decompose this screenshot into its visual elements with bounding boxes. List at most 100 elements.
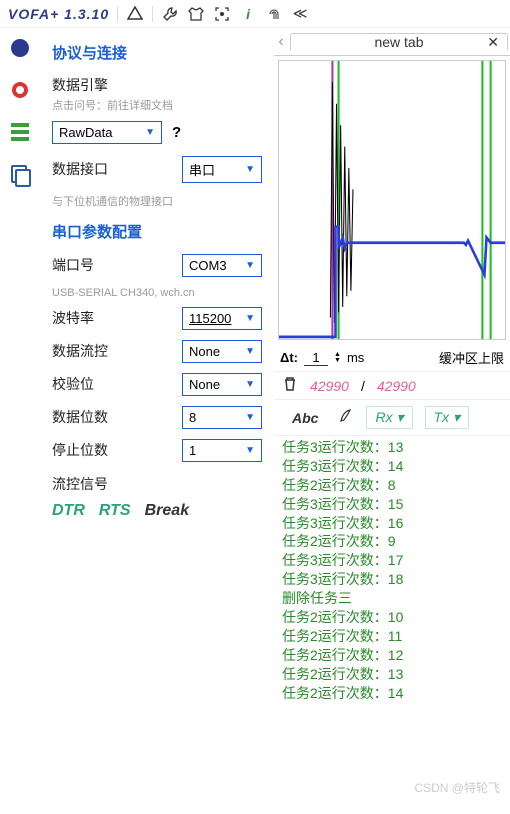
log-line: 任务2运行次数：14	[282, 684, 502, 703]
separator	[152, 6, 153, 22]
triangle-down-icon[interactable]	[126, 5, 144, 23]
baud-value: 115200	[189, 311, 231, 326]
chevron-down-icon: ▼	[245, 412, 255, 423]
buffer-row: 42990 / 42990	[274, 371, 510, 400]
databits-select[interactable]: 8 ▼	[182, 406, 262, 429]
sidebar	[0, 28, 40, 814]
engine-label: 数据引擎	[52, 75, 262, 95]
port-hint: USB-SERIAL CH340, wch.cn	[52, 287, 262, 299]
pen-icon[interactable]	[338, 408, 354, 427]
connect-icon[interactable]	[8, 36, 32, 60]
databits-value: 8	[189, 410, 196, 425]
app-title: VOFA+ 1.3.10	[8, 6, 109, 22]
port-value: COM3	[189, 258, 227, 273]
log-line: 任务3运行次数：16	[282, 514, 502, 533]
buffer-label: 缓冲区上限	[439, 348, 504, 367]
chevron-down-icon: ▼	[245, 346, 255, 357]
parity-label: 校验位	[52, 374, 182, 394]
log-line: 删除任务三	[282, 589, 502, 608]
baud-select[interactable]: 115200 ▼	[182, 307, 262, 330]
tx-tab[interactable]: Tx ▾	[425, 406, 469, 429]
log-line: 任务3运行次数：14	[282, 457, 502, 476]
log-line: 任务2运行次数：10	[282, 608, 502, 627]
engine-help-button[interactable]: ?	[172, 124, 181, 141]
config-panel: 协议与连接 数据引擎 点击问号：前往详细文档 RawData ▼ ? 数据接口 …	[40, 28, 274, 814]
port-label: 端口号	[52, 255, 182, 275]
interface-label: 数据接口	[52, 159, 182, 179]
parity-select[interactable]: None ▼	[182, 373, 262, 396]
dt-unit: ms	[347, 350, 364, 365]
main-area: 协议与连接 数据引擎 点击问号：前往详细文档 RawData ▼ ? 数据接口 …	[0, 28, 510, 814]
baud-label: 波特率	[52, 308, 182, 328]
chevron-down-icon: ▼	[245, 313, 255, 324]
titlebar: VOFA+ 1.3.10 i ≪	[0, 0, 510, 28]
right-panel: ‹ new tab ✕ Δt: 1 ▲▼ ms 缓冲区上限	[274, 28, 510, 814]
serial-title: 串口参数配置	[52, 221, 262, 242]
stopbits-label: 停止位数	[52, 440, 182, 460]
copy-icon[interactable]	[8, 162, 32, 186]
stopbits-value: 1	[189, 443, 196, 458]
break-button[interactable]: Break	[145, 502, 189, 520]
interface-value: 串口	[189, 160, 215, 179]
tab-bar: ‹ new tab ✕	[274, 28, 510, 56]
record-icon[interactable]	[8, 78, 32, 102]
focus-icon[interactable]	[213, 5, 231, 23]
chevron-down-icon: ▼	[145, 127, 155, 138]
dt-label: Δt:	[280, 350, 298, 365]
flow-select[interactable]: None ▼	[182, 340, 262, 363]
log-line: 任务3运行次数：13	[282, 438, 502, 457]
log-line: 任务2运行次数：9	[282, 532, 502, 551]
engine-value: RawData	[59, 125, 112, 140]
tab-label: new tab	[374, 34, 423, 50]
dt-spinner[interactable]: ▲▼	[334, 352, 341, 364]
collapse-icon[interactable]: ≪	[291, 5, 309, 23]
databits-label: 数据位数	[52, 407, 182, 427]
log-line: 任务2运行次数：8	[282, 476, 502, 495]
log-line: 任务3运行次数：17	[282, 551, 502, 570]
buffer-current: 42990	[310, 378, 349, 394]
protocol-title: 协议与连接	[52, 42, 262, 63]
separator	[117, 6, 118, 22]
stopbits-select[interactable]: 1 ▼	[182, 439, 262, 462]
log-area[interactable]: 任务3运行次数：13 任务3运行次数：14 任务2运行次数：8 任务3运行次数：…	[274, 436, 510, 814]
chart-area[interactable]	[278, 60, 506, 340]
chevron-down-icon: ▼	[245, 445, 255, 456]
rx-tab[interactable]: Rx ▾	[366, 406, 412, 429]
flow-value: None	[189, 344, 220, 359]
info-icon[interactable]: i	[239, 5, 257, 23]
buffer-total: 42990	[377, 378, 416, 394]
dt-row: Δt: 1 ▲▼ ms 缓冲区上限	[274, 344, 510, 371]
close-icon[interactable]: ✕	[487, 34, 499, 51]
tshirt-icon[interactable]	[187, 5, 205, 23]
fingerprint-icon[interactable]	[265, 5, 283, 23]
interface-select[interactable]: 串口 ▼	[182, 156, 262, 183]
abc-tab[interactable]: Abc	[284, 408, 326, 428]
dtr-button[interactable]: DTR	[52, 502, 85, 520]
rts-button[interactable]: RTS	[99, 502, 131, 520]
wrench-icon[interactable]	[161, 5, 179, 23]
watermark: CSDN @特轮飞	[414, 779, 500, 796]
dt-value[interactable]: 1	[304, 350, 328, 366]
chart-svg	[279, 61, 505, 339]
buffer-sep: /	[361, 378, 365, 394]
interface-hint: 与下位机通信的物理接口	[52, 193, 262, 209]
flowsig-row: DTR RTS Break	[52, 502, 262, 520]
log-line: 任务2运行次数：12	[282, 646, 502, 665]
log-line: 任务3运行次数：18	[282, 570, 502, 589]
log-line: 任务3运行次数：15	[282, 495, 502, 514]
log-line: 任务2运行次数：13	[282, 665, 502, 684]
log-line: 任务2运行次数：11	[282, 627, 502, 646]
trash-icon[interactable]	[282, 376, 298, 395]
engine-hint: 点击问号：前往详细文档	[52, 97, 262, 113]
engine-select[interactable]: RawData ▼	[52, 121, 162, 144]
flowsig-label: 流控信号	[52, 474, 262, 494]
menu-icon[interactable]	[8, 120, 32, 144]
chevron-down-icon: ▼	[245, 260, 255, 271]
parity-value: None	[189, 377, 220, 392]
tab-new[interactable]: new tab ✕	[290, 33, 508, 50]
flow-label: 数据流控	[52, 341, 182, 361]
chevron-down-icon: ▼	[245, 379, 255, 390]
port-select[interactable]: COM3 ▼	[182, 254, 262, 277]
msg-tabs: Abc Rx ▾ Tx ▾	[274, 400, 510, 436]
tab-prev-icon[interactable]: ‹	[274, 33, 288, 51]
